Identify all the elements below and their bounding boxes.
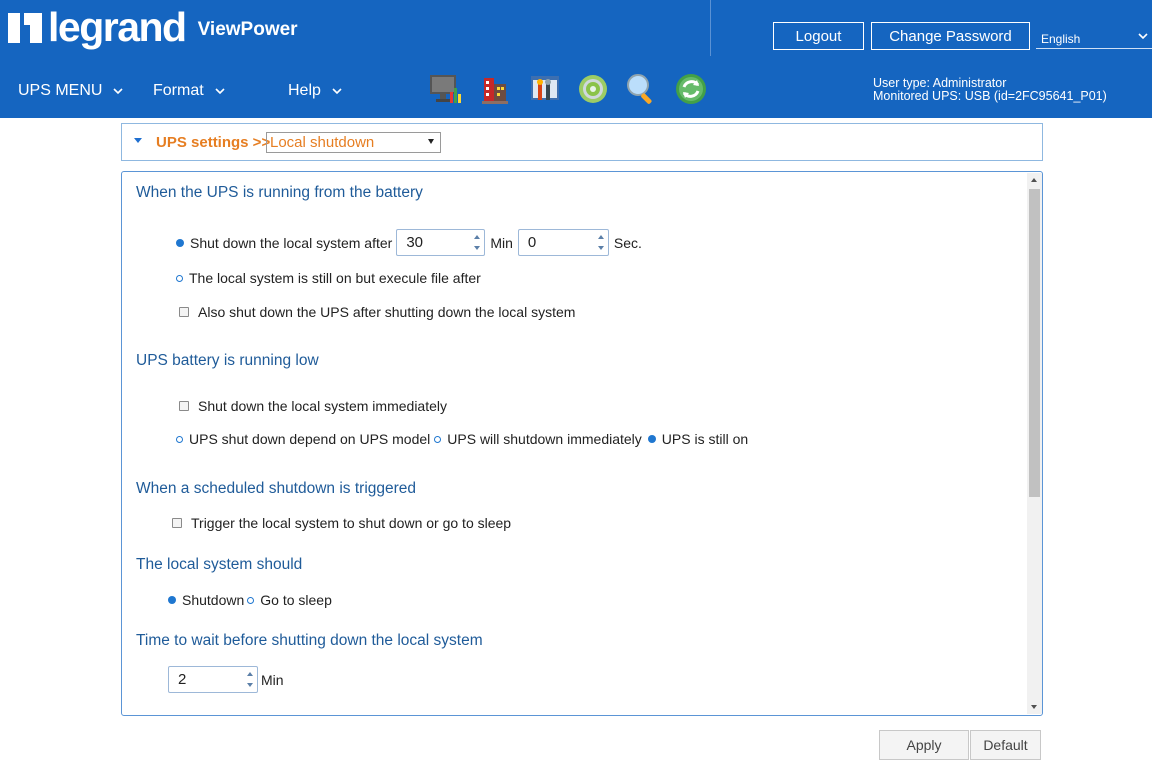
option-shutdown-after-label: Shut down the local system after [190,234,393,251]
chevron-down-icon [113,87,124,95]
language-value: English [1041,32,1081,46]
checkbox[interactable] [172,518,182,528]
radio-unselected[interactable] [176,274,183,282]
monitor-icon[interactable] [428,72,462,106]
settings-gear-icon[interactable] [576,72,610,106]
settings-breadcrumb: UPS settings >> Local shutdown [121,123,1043,161]
dropdown-arrow-icon [428,139,434,144]
wait-minutes-spinner[interactable]: 2 [168,666,258,693]
option-trigger-local-system[interactable]: Trigger the local system to shut down or… [172,515,511,531]
header-divider [710,0,711,56]
logout-button[interactable]: Logout [773,22,864,50]
opt-depend-model-label[interactable]: UPS shut down depend on UPS model [189,431,430,447]
spinner-up-icon[interactable] [474,235,481,239]
option-also-shutdown-ups-label: Also shut down the UPS after shutting do… [198,304,576,320]
option-also-shutdown-ups[interactable]: Also shut down the UPS after shutting do… [179,304,575,320]
section-title-low-battery: UPS battery is running low [136,352,319,369]
sec-unit: Sec. [613,234,642,251]
menu-help-label: Help [288,82,321,99]
app-header: legrand ViewPower Logout Change Password… [0,0,1152,118]
tools-icon[interactable] [528,72,562,106]
opt-ups-immediate-label[interactable]: UPS will shutdown immediately [447,431,642,447]
spinner-down-icon[interactable] [474,246,481,250]
section-title-local-system: The local system should [136,556,303,573]
chevron-down-icon [1138,29,1148,46]
minutes-spinner[interactable]: 30 [396,229,486,256]
menu-ups-label: UPS MENU [18,82,103,99]
legrand-logo: legrand ViewPower [8,6,298,48]
default-button[interactable]: Default [970,730,1041,760]
radio-selected[interactable] [176,238,184,247]
seconds-value: 0 [527,234,537,251]
vertical-scrollbar[interactable] [1027,173,1042,714]
change-password-button[interactable]: Change Password [871,22,1030,50]
user-info: User type: Administrator Monitored UPS: … [873,77,1107,103]
radio-selected[interactable] [647,435,656,443]
apply-button[interactable]: Apply [879,730,969,760]
menu-help[interactable]: Help [288,82,342,100]
menu-format-label: Format [153,82,204,99]
chevron-down-icon [332,87,342,95]
search-icon[interactable] [624,72,658,106]
radio-unselected[interactable] [176,435,183,443]
scroll-up-icon[interactable] [1031,178,1037,182]
building-icon[interactable] [478,72,512,106]
product-name: ViewPower [197,19,298,40]
section-title-battery: When the UPS is running from the battery [136,184,423,201]
monitored-ups: Monitored UPS: USB (id=2FC95641_P01) [873,89,1107,103]
radio-selected[interactable] [168,596,176,604]
spinner-up-icon[interactable] [597,235,604,239]
opt-shutdown-label[interactable]: Shutdown [182,592,244,608]
checkbox[interactable] [179,401,189,411]
radio-unselected[interactable] [434,435,442,443]
settings-page-value: Local shutdown [270,134,375,151]
radio-unselected[interactable] [247,596,255,604]
checkbox[interactable] [179,307,189,317]
minutes-value: 30 [406,234,424,251]
breadcrumb-section: UPS settings >> [156,134,271,151]
menu-format[interactable]: Format [153,82,225,100]
option-shutdown-after[interactable]: Shut down the local system after 30 Min … [176,229,642,256]
option-execute-file[interactable]: The local system is still on but execule… [176,270,481,286]
spinner-down-icon[interactable] [597,246,604,250]
chevron-down-icon [215,87,225,95]
menu-ups[interactable]: UPS MENU [18,82,124,100]
settings-page-select[interactable]: Local shutdown [266,132,441,153]
refresh-icon[interactable] [674,72,708,106]
option-trigger-label: Trigger the local system to shut down or… [191,515,512,531]
option-execute-file-label: The local system is still on but execule… [189,270,481,286]
wait-minutes-value: 2 [178,671,187,688]
section-title-scheduled: When a scheduled shutdown is triggered [136,480,417,497]
section-title-wait-time: Time to wait before shutting down the lo… [136,632,483,649]
scroll-down-icon[interactable] [1031,705,1037,709]
logo-word: legrand [48,4,187,50]
option-shutdown-immediately-label: Shut down the local system immediately [198,398,447,414]
wait-time-row: 2 Min [168,666,284,693]
min-unit: Min [490,234,513,251]
collapse-triangle-icon[interactable] [134,138,142,143]
ups-action-options: UPS shut down depend on UPS model UPS wi… [176,431,748,447]
seconds-spinner[interactable]: 0 [517,229,609,256]
local-shutdown-panel: When the UPS is running from the battery… [121,171,1043,716]
spinner-down-icon[interactable] [247,683,253,687]
scroll-thumb[interactable] [1029,189,1040,497]
local-system-options: Shutdown Go to sleep [168,592,332,608]
opt-ups-still-on-label[interactable]: UPS is still on [662,431,748,447]
spinner-up-icon[interactable] [247,672,253,676]
option-shutdown-immediately[interactable]: Shut down the local system immediately [179,398,447,414]
legrand-mark-icon [8,10,42,44]
wait-unit: Min [261,671,284,688]
opt-sleep-label[interactable]: Go to sleep [260,592,332,608]
